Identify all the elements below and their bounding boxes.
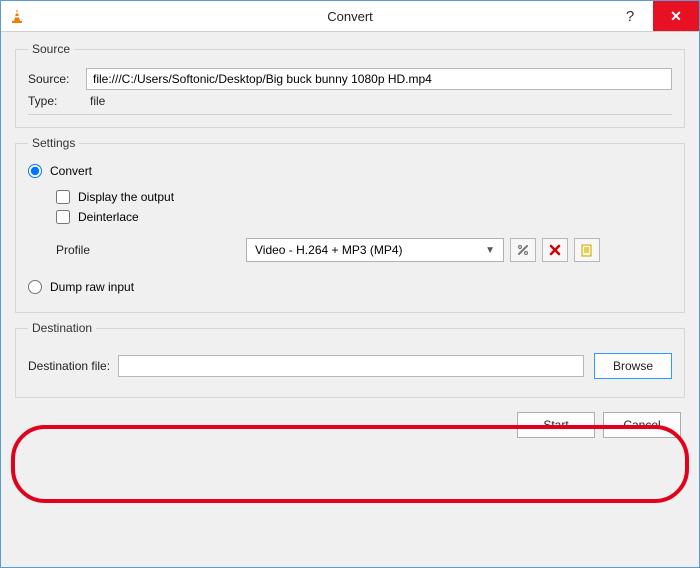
convert-radio-label: Convert [50, 164, 92, 178]
destination-group: Destination Destination file: Browse [15, 321, 685, 398]
profile-select-value: Video - H.264 + MP3 (MP4) [255, 243, 403, 257]
profile-label: Profile [56, 243, 246, 257]
display-output-checkbox[interactable] [56, 190, 70, 204]
new-profile-icon [580, 243, 594, 257]
source-divider [28, 114, 672, 115]
dialog-footer: Start Cancel [15, 406, 685, 438]
start-button[interactable]: Start [517, 412, 595, 438]
deinterlace-row[interactable]: Deinterlace [56, 210, 672, 224]
source-label: Source: [28, 72, 86, 86]
dump-raw-radio[interactable] [28, 280, 42, 294]
profile-select[interactable]: Video - H.264 + MP3 (MP4) ▼ [246, 238, 504, 262]
convert-radio-row[interactable]: Convert [28, 164, 672, 178]
close-button[interactable]: ✕ [653, 1, 699, 31]
destination-file-input[interactable] [118, 355, 584, 377]
help-button[interactable]: ? [607, 1, 653, 31]
dialog-body: Source Source: Type: file Settings Conve… [1, 32, 699, 567]
settings-legend: Settings [28, 136, 79, 150]
source-group: Source Source: Type: file [15, 42, 685, 128]
profile-row: Profile Video - H.264 + MP3 (MP4) ▼ [28, 238, 672, 262]
source-input[interactable] [86, 68, 672, 90]
deinterlace-label: Deinterlace [78, 210, 139, 224]
delete-profile-button[interactable] [542, 238, 568, 262]
type-value: file [86, 94, 105, 108]
titlebar: Convert ? ✕ [1, 1, 699, 32]
new-profile-button[interactable] [574, 238, 600, 262]
display-output-label: Display the output [78, 190, 174, 204]
delete-x-icon [548, 243, 562, 257]
deinterlace-checkbox[interactable] [56, 210, 70, 224]
edit-profile-button[interactable] [510, 238, 536, 262]
cancel-button[interactable]: Cancel [603, 412, 681, 438]
dump-raw-radio-row[interactable]: Dump raw input [28, 280, 672, 294]
convert-dialog-window: Convert ? ✕ Source Source: Type: file Se… [0, 0, 700, 568]
vlc-cone-icon [7, 6, 27, 26]
wrench-icon [516, 243, 530, 257]
chevron-down-icon: ▼ [485, 245, 495, 256]
destination-legend: Destination [28, 321, 96, 335]
type-label: Type: [28, 94, 86, 108]
settings-group: Settings Convert Display the output Dein… [15, 136, 685, 313]
convert-radio[interactable] [28, 164, 42, 178]
dump-raw-label: Dump raw input [50, 280, 134, 294]
source-legend: Source [28, 42, 74, 56]
destination-file-label: Destination file: [28, 359, 110, 373]
display-output-row[interactable]: Display the output [56, 190, 672, 204]
window-title: Convert [1, 9, 699, 24]
browse-button[interactable]: Browse [594, 353, 672, 379]
